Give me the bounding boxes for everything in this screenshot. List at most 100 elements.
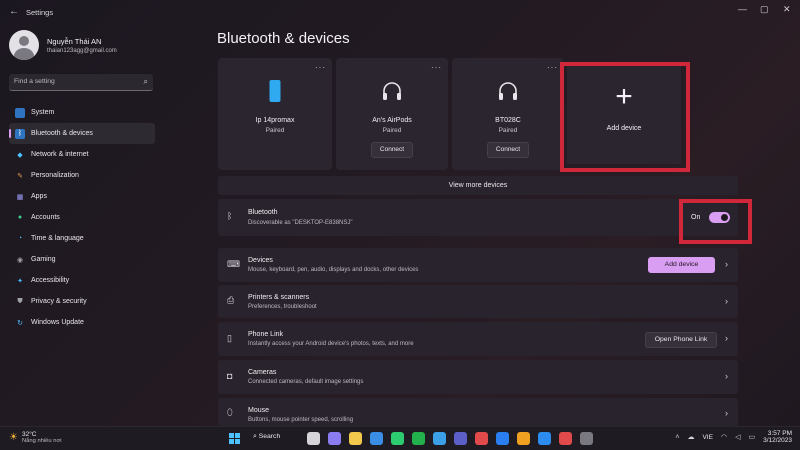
language-indicator[interactable]: VIE — [702, 434, 712, 441]
taskbar-apps — [307, 432, 593, 445]
highlight-box — [679, 199, 752, 244]
row-subtitle: Instantly access your Android device's p… — [248, 341, 414, 347]
clock[interactable]: 3:57 PM 3/12/2023 — [763, 430, 792, 444]
monitor-icon — [15, 107, 25, 118]
taskbar-app-icon[interactable] — [433, 432, 446, 445]
chevron-up-icon[interactable]: ˄ — [675, 434, 679, 441]
sidebar-item-time-language[interactable]: ◔ Time & language — [9, 228, 155, 249]
back-icon[interactable]: ← — [9, 6, 19, 17]
taskbar-app-icon[interactable] — [307, 432, 320, 445]
sidebar-item-apps[interactable]: ▦ Apps — [9, 186, 155, 207]
search-input[interactable]: Find a setting ⌕ — [9, 74, 153, 91]
taskbar-app-icon[interactable] — [454, 432, 467, 445]
user-profile[interactable]: Nguyễn Thái AN thaian123agg@gmail.com — [9, 30, 117, 60]
sidebar-item-label: Personalization — [31, 172, 79, 179]
open-phone-link-button[interactable]: Open Phone Link — [645, 332, 717, 348]
sidebar-item-accounts[interactable]: ● Accounts — [9, 207, 155, 228]
sidebar-item-bluetooth[interactable]: ᛒ Bluetooth & devices — [9, 123, 155, 144]
sidebar-item-system[interactable]: System — [9, 102, 155, 123]
sidebar-item-accessibility[interactable]: ✦ Accessibility — [9, 270, 155, 291]
row-subtitle: Connected cameras, default image setting… — [248, 379, 364, 385]
cameras-row[interactable]: ◘ Cameras Connected cameras, default ima… — [218, 360, 738, 394]
taskbar-app-icon[interactable] — [580, 432, 593, 445]
more-options-icon[interactable]: ··· — [315, 63, 326, 72]
row-title: Mouse — [248, 407, 270, 414]
connect-button[interactable]: Connect — [371, 142, 413, 158]
user-email: thaian123agg@gmail.com — [47, 47, 117, 54]
mouse-row[interactable]: ⬯ Mouse Buttons, mouse pointer speed, sc… — [218, 398, 738, 426]
device-card[interactable]: ··· An's AirPods Paired Connect — [336, 58, 448, 170]
user-name: Nguyễn Thái AN — [47, 36, 102, 46]
row-subtitle: Mouse, keyboard, pen, audio, displays an… — [248, 267, 419, 273]
device-card[interactable]: ··· BT028C Paired Connect — [452, 58, 564, 170]
title-bar: ← Settings — ▢ ✕ — [0, 0, 800, 24]
taskbar-app-icon[interactable] — [370, 432, 383, 445]
cloud-icon[interactable]: ☁ — [687, 433, 694, 441]
sidebar-item-label: Windows Update — [31, 319, 84, 326]
chevron-right-icon: › — [725, 296, 728, 306]
taskbar-app-icon[interactable] — [517, 432, 530, 445]
search-icon: ⌕ — [143, 77, 148, 86]
chevron-right-icon: › — [725, 259, 728, 269]
battery-icon[interactable]: ▭ — [748, 433, 755, 441]
sidebar-item-label: Gaming — [31, 256, 56, 263]
wifi-icon: ◆ — [17, 151, 23, 159]
wifi-icon[interactable]: ◠ — [721, 433, 727, 441]
printers-row[interactable]: ⎙ Printers & scanners Preferences, troub… — [218, 285, 738, 318]
connect-button[interactable]: Connect — [487, 142, 529, 158]
sidebar-item-label: Time & language — [31, 235, 84, 242]
sidebar-item-label: Bluetooth & devices — [31, 130, 93, 137]
device-status: Paired — [498, 127, 518, 134]
phone-icon: ▯ — [227, 333, 232, 343]
sidebar-item-label: Accounts — [31, 214, 60, 221]
system-tray: ˄ ☁ VIE ◠ ◁ ▭ 3:57 PM 3/12/2023 — [675, 430, 792, 444]
bluetooth-icon: ᛒ — [15, 128, 25, 139]
sidebar-item-privacy[interactable]: ⛊ Privacy & security — [9, 291, 155, 312]
sidebar-item-personalization[interactable]: ✎ Personalization — [9, 165, 155, 186]
taskbar-app-icon[interactable] — [538, 432, 551, 445]
view-more-devices-button[interactable]: View more devices — [218, 176, 738, 195]
more-options-icon[interactable]: ··· — [547, 63, 558, 72]
camera-icon: ◘ — [227, 371, 233, 381]
shield-icon: ⛊ — [17, 297, 23, 305]
taskbar-app-icon[interactable] — [391, 432, 404, 445]
row-title: Printers & scanners — [248, 294, 310, 301]
weather-widget[interactable]: ☀ 32°C Nắng nhiều nơi — [9, 431, 62, 444]
window-title: Settings — [26, 8, 54, 17]
device-name: An's AirPods — [372, 117, 412, 124]
chevron-right-icon: › — [725, 371, 728, 381]
taskbar-app-icon[interactable] — [412, 432, 425, 445]
taskbar-app-icon[interactable] — [349, 432, 362, 445]
update-icon: ↻ — [17, 319, 23, 327]
phone-icon — [269, 80, 281, 102]
sidebar-item-gaming[interactable]: ◉ Gaming — [9, 249, 155, 270]
taskbar-search-button[interactable]: ⌕ Search — [253, 433, 280, 441]
more-options-icon[interactable]: ··· — [431, 63, 442, 72]
maximize-icon[interactable]: ▢ — [760, 4, 769, 15]
page-title: Bluetooth & devices — [217, 30, 350, 47]
device-card[interactable]: ··· Ip 14promax Paired — [218, 58, 332, 170]
add-device-button[interactable]: Add device — [648, 257, 715, 273]
chevron-right-icon: › — [725, 408, 728, 418]
globe-clock-icon: ◔ — [17, 235, 23, 242]
headphones-icon — [383, 82, 401, 100]
speaker-icon[interactable]: ◁ — [735, 433, 740, 441]
taskbar-app-icon[interactable] — [328, 432, 341, 445]
sidebar-item-windows-update[interactable]: ↻ Windows Update — [9, 312, 155, 333]
device-name: Ip 14promax — [255, 117, 295, 124]
taskbar-app-icon[interactable] — [475, 432, 488, 445]
windows-start-icon[interactable] — [229, 433, 240, 444]
printer-icon: ⎙ — [227, 295, 235, 305]
minimize-icon[interactable]: — — [738, 4, 747, 14]
sidebar-item-network[interactable]: ◆ Network & internet — [9, 144, 155, 165]
taskbar-app-icon[interactable] — [496, 432, 509, 445]
sidebar-nav: System ᛒ Bluetooth & devices ◆ Network &… — [9, 102, 155, 333]
taskbar-app-icon[interactable] — [559, 432, 572, 445]
bluetooth-icon: ᛒ — [227, 211, 233, 221]
close-icon[interactable]: ✕ — [783, 4, 791, 15]
weather-description: Nắng nhiều nơi — [21, 438, 62, 444]
headphones-icon — [499, 82, 517, 100]
taskbar-search-label: Search — [258, 433, 281, 440]
gamepad-icon: ◉ — [16, 256, 24, 264]
highlight-box — [560, 62, 690, 172]
